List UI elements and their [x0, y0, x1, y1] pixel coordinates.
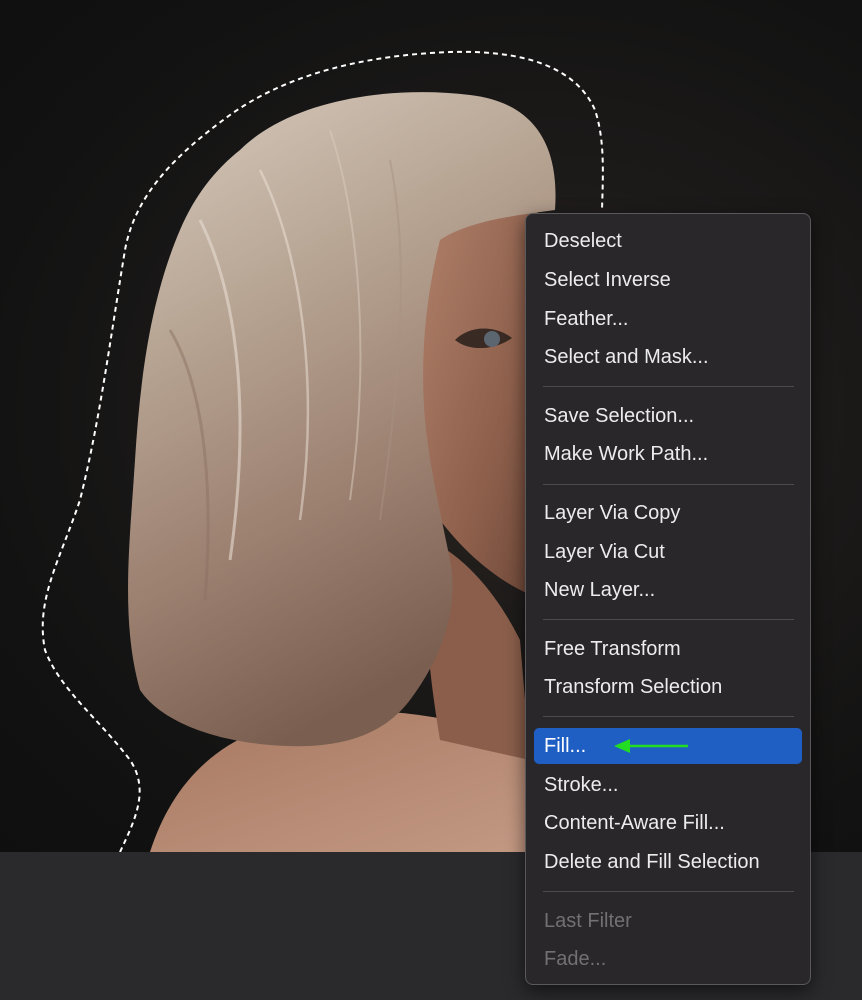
menu-item-new-layer[interactable]: New Layer...: [534, 572, 802, 608]
menu-item-deselect[interactable]: Deselect: [534, 223, 802, 259]
menu-separator: [543, 619, 794, 620]
menu-separator: [543, 484, 794, 485]
menu-item-fill[interactable]: Fill...: [534, 728, 802, 764]
menu-separator: [543, 386, 794, 387]
menu-item-fade: Fade...: [544, 948, 607, 970]
menu-item-transform-selection[interactable]: Transform Selection: [534, 669, 802, 705]
menu-item-select-inverse[interactable]: Select Inverse: [534, 262, 802, 298]
menu-item-stroke[interactable]: Stroke...: [534, 767, 802, 803]
menu-separator: [543, 716, 794, 717]
menu-item-feather[interactable]: Feather...: [534, 301, 802, 337]
menu-item-delete-and-fill-selection[interactable]: Delete and Fill Selection: [534, 844, 802, 880]
context-menu: Deselect Select Inverse Feather... Selec…: [525, 213, 811, 985]
menu-item-free-transform[interactable]: Free Transform: [534, 631, 802, 667]
menu-item-layer-via-copy[interactable]: Layer Via Copy: [534, 495, 802, 531]
menu-separator: [543, 891, 794, 892]
menu-item-make-work-path[interactable]: Make Work Path...: [534, 436, 802, 472]
menu-item-last-filter: Last Filter: [544, 910, 632, 932]
menu-item-layer-via-cut[interactable]: Layer Via Cut: [534, 534, 802, 570]
menu-item-content-aware-fill[interactable]: Content-Aware Fill...: [534, 805, 802, 841]
green-pointer-arrow-icon: [614, 739, 688, 753]
menu-item-save-selection[interactable]: Save Selection...: [534, 398, 802, 434]
menu-item-select-and-mask[interactable]: Select and Mask...: [534, 339, 802, 375]
menu-item-fill-label: Fill...: [544, 735, 587, 757]
